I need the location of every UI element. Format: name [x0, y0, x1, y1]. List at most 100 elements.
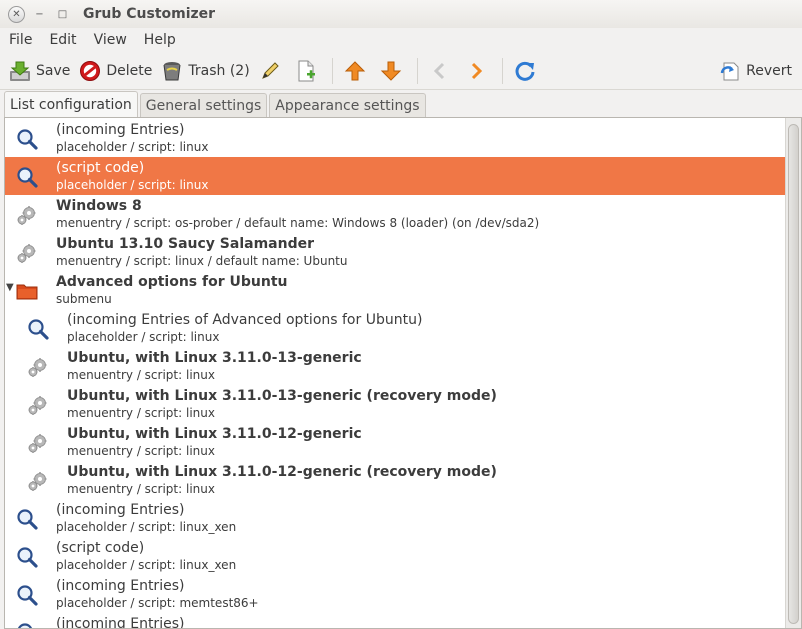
delete-label: Delete: [106, 62, 153, 79]
entry-subtitle: menuentry / script: linux: [67, 482, 215, 496]
vertical-scrollbar[interactable]: [785, 118, 801, 628]
gear-icon: [27, 356, 49, 378]
toolbar-separator: [501, 57, 503, 84]
tab-list-configuration[interactable]: List configuration: [4, 91, 138, 117]
close-window-button[interactable]: ✕: [8, 5, 25, 23]
search-icon: [16, 166, 38, 188]
entry-subtitle: placeholder / script: linux: [56, 178, 209, 192]
gear-icon: [16, 242, 38, 264]
search-icon: [16, 622, 38, 628]
list-item[interactable]: Windows 8 menuentry / script: os-prober /…: [5, 195, 785, 233]
close-icon: ✕: [12, 8, 21, 20]
menu-edit[interactable]: Edit: [40, 32, 84, 48]
tab-bar: List configuration General settings Appe…: [0, 91, 802, 117]
arrow-down-icon: [379, 59, 403, 83]
entry-title: (incoming Entries): [56, 122, 185, 138]
menu-bar: File Edit View Help: [0, 28, 802, 52]
entry-title: Advanced options for Ubuntu: [56, 274, 288, 290]
gear-icon: [27, 432, 49, 454]
menu-file[interactable]: File: [0, 32, 40, 48]
list-item[interactable]: (script code) placeholder / script: linux…: [5, 537, 785, 575]
menu-help[interactable]: Help: [135, 32, 184, 48]
entry-title: Ubuntu, with Linux 3.11.0-13-generic (re…: [67, 388, 497, 404]
entry-subtitle: placeholder / script: linux: [67, 330, 220, 344]
list-item[interactable]: ▼ Advanced options for Ubuntu submenu: [5, 271, 785, 309]
delete-button[interactable]: Delete: [74, 54, 156, 88]
list-item[interactable]: Ubuntu, with Linux 3.11.0-12-generic menu…: [5, 423, 785, 461]
entry-title: (script code): [56, 160, 145, 176]
expander-triangle-icon[interactable]: ▼: [6, 282, 14, 293]
entry-subtitle: menuentry / script: linux: [67, 406, 215, 420]
refresh-icon: [513, 59, 537, 83]
delete-icon: [78, 59, 102, 83]
tab-general-settings[interactable]: General settings: [139, 93, 268, 117]
minimize-window-button[interactable]: −: [31, 6, 48, 23]
move-left-button[interactable]: [424, 54, 460, 88]
save-label: Save: [36, 62, 71, 79]
new-entry-button[interactable]: [290, 54, 326, 88]
entry-title: Ubuntu, with Linux 3.11.0-13-generic: [67, 350, 362, 366]
trash-button[interactable]: Trash (2): [156, 54, 253, 88]
entry-title: Ubuntu, with Linux 3.11.0-12-generic: [67, 426, 362, 442]
gear-icon: [16, 204, 38, 226]
move-up-button[interactable]: [339, 54, 375, 88]
trash-label: Trash (2): [188, 62, 250, 79]
maximize-window-button[interactable]: □: [54, 6, 71, 23]
entry-subtitle: submenu: [56, 292, 112, 306]
list-item[interactable]: Ubuntu, with Linux 3.11.0-13-generic (re…: [5, 385, 785, 423]
entry-subtitle: placeholder / script: linux_xen: [56, 520, 237, 534]
minimize-icon: −: [35, 8, 44, 20]
entry-subtitle: menuentry / script: linux: [67, 444, 215, 458]
entry-title: (script code): [56, 540, 145, 556]
search-icon: [16, 584, 38, 606]
list-item[interactable]: Ubuntu, with Linux 3.11.0-13-generic menu…: [5, 347, 785, 385]
entry-subtitle: menuentry / script: os-prober / default …: [56, 216, 540, 230]
chevron-left-icon: [428, 59, 452, 83]
toolbar-separator: [331, 57, 333, 84]
new-document-icon: [294, 59, 318, 83]
move-right-button[interactable]: [460, 54, 496, 88]
search-icon: [27, 318, 49, 340]
rename-button[interactable]: [254, 54, 290, 88]
refresh-button[interactable]: [509, 54, 545, 88]
entry-subtitle: menuentry / script: linux / default name…: [56, 254, 348, 268]
title-bar: ✕ − □ Grub Customizer: [0, 0, 802, 28]
scrollbar-thumb[interactable]: [788, 124, 799, 624]
search-icon: [16, 128, 38, 150]
revert-label: Revert: [746, 62, 792, 79]
revert-button[interactable]: Revert: [714, 54, 796, 88]
folder-icon: [16, 280, 38, 302]
save-button[interactable]: Save: [4, 54, 74, 88]
move-down-button[interactable]: [375, 54, 411, 88]
list-item[interactable]: (incoming Entries): [5, 613, 785, 629]
list-item[interactable]: Ubuntu, with Linux 3.11.0-12-generic (re…: [5, 461, 785, 499]
entry-subtitle: menuentry / script: linux: [67, 368, 215, 382]
entry-title: Windows 8: [56, 198, 142, 214]
list-item[interactable]: (incoming Entries) placeholder / script: …: [5, 575, 785, 613]
chevron-right-icon: [464, 59, 488, 83]
list-item[interactable]: (incoming Entries of Advanced options fo…: [5, 309, 785, 347]
entry-list[interactable]: (incoming Entries) placeholder / script: …: [4, 117, 802, 629]
entry-subtitle: placeholder / script: linux_xen: [56, 558, 237, 572]
entry-title: Ubuntu 13.10 Saucy Salamander: [56, 236, 315, 252]
list-item[interactable]: (script code) placeholder / script: linux: [5, 157, 785, 195]
entry-title: (incoming Entries): [56, 616, 185, 629]
save-icon: [8, 59, 32, 83]
revert-icon: [718, 59, 742, 83]
list-item[interactable]: Ubuntu 13.10 Saucy Salamander menuentry /…: [5, 233, 785, 271]
maximize-icon: □: [57, 8, 68, 20]
entry-title: (incoming Entries): [56, 578, 185, 594]
entry-subtitle: placeholder / script: linux: [56, 140, 209, 154]
list-item[interactable]: (incoming Entries) placeholder / script: …: [5, 499, 785, 537]
list-item[interactable]: (incoming Entries) placeholder / script: …: [5, 119, 785, 157]
entry-title: (incoming Entries): [56, 502, 185, 518]
entry-title: (incoming Entries of Advanced options fo…: [67, 312, 423, 328]
gear-icon: [27, 470, 49, 492]
menu-view[interactable]: View: [85, 32, 135, 48]
gear-icon: [27, 394, 49, 416]
toolbar: Save Delete Trash (2) Revert: [0, 52, 802, 90]
entry-title: Ubuntu, with Linux 3.11.0-12-generic (re…: [67, 464, 497, 480]
toolbar-separator: [416, 57, 418, 84]
pencil-icon: [258, 59, 282, 83]
tab-appearance-settings[interactable]: Appearance settings: [269, 93, 426, 117]
